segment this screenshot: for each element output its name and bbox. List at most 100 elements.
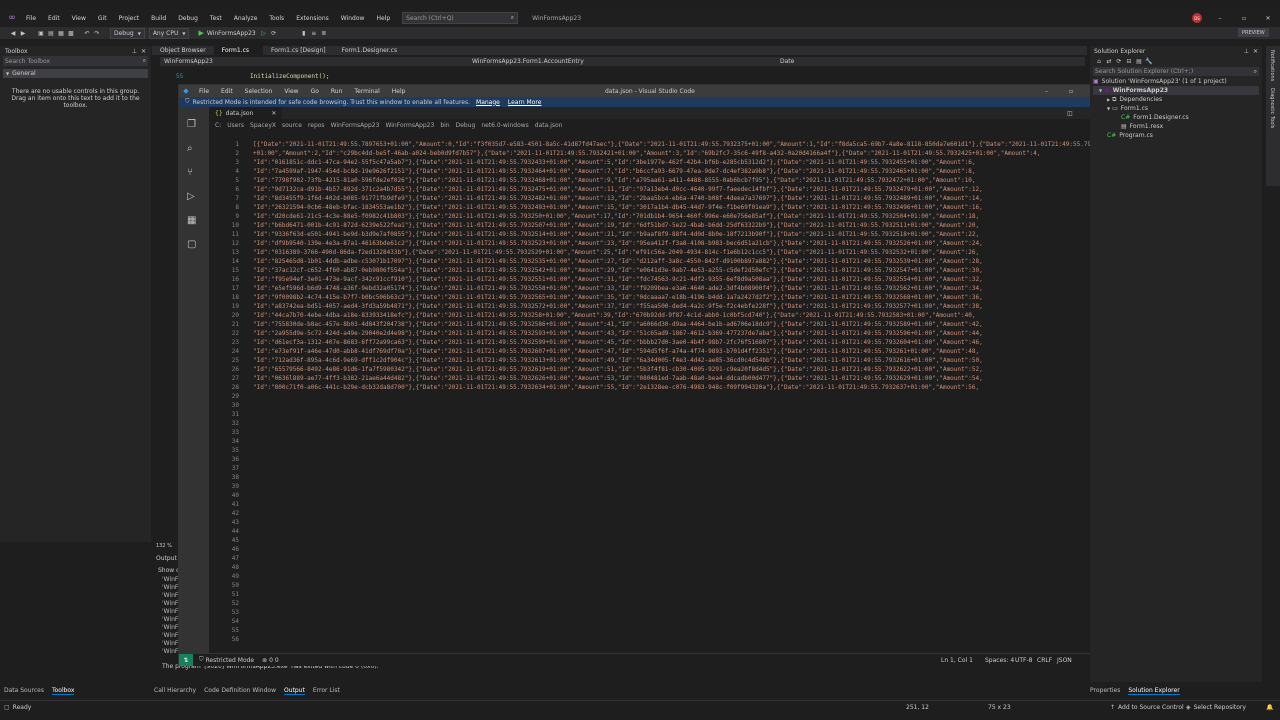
minimize-button[interactable]: – (1214, 12, 1226, 24)
menu-help[interactable]: Help (370, 15, 396, 22)
toolbox-search[interactable]: Search Toolbox ⌕ (3, 56, 148, 66)
menu-build[interactable]: Build (145, 15, 172, 22)
bottom-tab[interactable]: Output (284, 687, 305, 695)
breakpoint-icon[interactable]: ▮ (299, 30, 309, 37)
class-dropdown[interactable]: WinFormsApp23.Form1.AccountEntry (468, 58, 776, 65)
sync-icon[interactable]: ⇄ (1104, 58, 1114, 65)
notifications-bell-icon[interactable]: 🔔 (1266, 704, 1273, 711)
solution-explorer-search[interactable]: Search Solution Explorer (Ctrl+;) ⌕ (1093, 67, 1259, 76)
language-mode[interactable]: JSON (1057, 657, 1072, 664)
explorer-icon[interactable]: ❐ (187, 119, 196, 130)
platform-dropdown[interactable]: Any CPU ▼ (148, 27, 190, 39)
bottom-tab[interactable]: Properties (1090, 687, 1120, 694)
breadcrumb-item[interactable]: Users (227, 122, 244, 129)
open-icon[interactable]: ▤ (46, 30, 56, 37)
forward-icon[interactable]: ▶ (18, 30, 28, 37)
pin-icon[interactable]: ⊥ (132, 48, 137, 55)
menu-git[interactable]: Git (92, 15, 113, 22)
encoding[interactable]: UTF-8 (1015, 657, 1033, 664)
breadcrumb-item[interactable]: Debug (456, 122, 476, 129)
breadcrumb-item[interactable]: SpaceyX (250, 122, 276, 129)
tree-solution[interactable]: ▣ Solution 'WinFormsApp23' (1 of 1 projec… (1093, 77, 1259, 86)
vscode-maximize-button[interactable]: ▫ (1069, 88, 1073, 95)
save-all-icon[interactable]: ▩ (66, 30, 76, 37)
menu-edit[interactable]: Edit (42, 15, 66, 22)
split-editor-icon[interactable]: ◫ (1067, 110, 1073, 117)
menu-project[interactable]: Project (113, 15, 146, 22)
breadcrumb-item[interactable]: repos (308, 122, 325, 129)
tree-program-cs[interactable]: C# Program.cs (1093, 131, 1259, 140)
close-icon[interactable]: ✕ (271, 110, 276, 117)
restricted-mode-status[interactable]: ⛉ Restricted Mode (199, 656, 254, 664)
breadcrumb-item[interactable]: net6.0-windows (481, 122, 528, 129)
breadcrumb-item[interactable]: bin (440, 122, 449, 129)
vscode-menu-run[interactable]: Run (325, 88, 349, 95)
run-debug-icon[interactable]: ▷ (187, 191, 195, 202)
bottom-tab[interactable]: Data Sources (4, 687, 44, 694)
menu-debug[interactable]: Debug (172, 15, 204, 22)
tab-data-json[interactable]: {} data.json ✕ (209, 107, 283, 119)
extensions-icon[interactable]: ▦ (187, 215, 196, 226)
save-icon[interactable]: ▦ (56, 30, 66, 37)
close-button[interactable]: ✕ (1262, 12, 1274, 24)
undo-icon[interactable]: ↶ (82, 30, 92, 37)
start-debug-button[interactable]: ▶ WinFormsApp23 (195, 29, 258, 38)
vs-search-box[interactable]: Search (Ctrl+Q) ⌕ (402, 12, 519, 24)
user-avatar[interactable]: DS (1192, 13, 1202, 23)
tree-form1-designer[interactable]: C# Form1.Designer.cs (1093, 113, 1259, 122)
uncomment-icon[interactable]: ≣ (319, 30, 329, 37)
menu-tools[interactable]: Tools (263, 15, 290, 22)
vscode-menu-go[interactable]: Go (305, 88, 325, 95)
collapse-all-icon[interactable]: ⊟ (1124, 58, 1134, 65)
bottom-tab[interactable]: Toolbox (51, 687, 75, 695)
menu-view[interactable]: View (66, 15, 92, 22)
add-to-source-control-button[interactable]: ↑ Add to Source Control (1110, 704, 1184, 711)
vscode-menu-terminal[interactable]: Terminal (348, 88, 385, 95)
maximize-button[interactable]: ▫ (1238, 12, 1250, 24)
cursor-position[interactable]: Ln 1, Col 1 (941, 657, 973, 664)
vscode-menu-view[interactable]: View (278, 88, 304, 95)
doc-tab[interactable]: Form1.cs [Design] (263, 46, 334, 55)
preview-badge[interactable]: PREVIEW (1238, 28, 1269, 37)
tree-dependencies[interactable]: ▶ ⧉ Dependencies (1093, 95, 1259, 104)
comment-icon[interactable]: ≡ (309, 30, 319, 37)
bottom-tab[interactable]: Error List (313, 687, 340, 694)
start-without-debug-icon[interactable]: ▷ (259, 30, 269, 37)
bottom-tab[interactable]: Code Definition Window (204, 687, 276, 694)
pin-icon[interactable]: ⊥ (1244, 48, 1249, 55)
side-tab-notifications[interactable]: Notifications (1269, 50, 1275, 81)
tree-form1-resx[interactable]: ▤ Form1.resx (1093, 122, 1259, 131)
problems-status[interactable]: ⊗ 0 0 (262, 657, 279, 664)
remote-icon[interactable]: ▢ (187, 239, 196, 250)
doc-tab[interactable]: Object Browser (152, 46, 214, 55)
menu-file[interactable]: File (20, 15, 42, 22)
zoom-level[interactable]: 132 % (156, 543, 172, 549)
doc-tab[interactable]: Form1.Designer.cs (334, 46, 406, 55)
close-icon[interactable]: ✕ (141, 48, 146, 55)
home-icon[interactable]: ⌂ (1094, 58, 1104, 65)
tree-form1-cs[interactable]: ▼ ▭ Form1.cs (1093, 104, 1259, 113)
vscode-minimize-button[interactable]: – (1045, 88, 1048, 95)
hot-reload-icon[interactable]: ⟳ (269, 30, 279, 37)
remote-indicator-icon[interactable]: ⇅ (179, 654, 193, 666)
menu-analyze[interactable]: Analyze (228, 15, 264, 22)
toolbox-group-general[interactable]: ▼ General (3, 69, 148, 78)
breadcrumb-item[interactable]: source (282, 122, 302, 129)
search-icon[interactable]: ⌕ (187, 143, 193, 154)
select-repository-button[interactable]: ◈ Select Repository (1186, 704, 1246, 711)
show-all-files-icon[interactable]: ▤ (1134, 58, 1144, 65)
vscode-menu-edit[interactable]: Edit (215, 88, 239, 95)
properties-icon[interactable]: 🔧 (1144, 58, 1154, 65)
code-editor[interactable]: 1 2 3 4 5 6 7 8 9 10 11 12 13 14 15 16 17 18 19 20 21 22 23 24 2… (209, 131, 1101, 651)
vscode-menu-file[interactable]: File (193, 88, 215, 95)
member-dropdown[interactable]: Date (776, 58, 1084, 65)
breadcrumb-item[interactable]: C: (215, 122, 221, 129)
breadcrumb-item[interactable]: WinFormsApp23 (385, 122, 434, 129)
menu-extensions[interactable]: Extensions (290, 15, 335, 22)
tree-project[interactable]: ▼ ▣ WinFormsApp23 (1093, 86, 1259, 95)
line-ending[interactable]: CRLF (1037, 657, 1052, 664)
project-dropdown[interactable]: WinFormsApp23 (160, 58, 468, 65)
source-control-icon[interactable]: ⑂ (187, 167, 193, 178)
new-item-icon[interactable]: ▣ (36, 30, 46, 37)
breadcrumb-item[interactable]: data.json (535, 122, 563, 129)
